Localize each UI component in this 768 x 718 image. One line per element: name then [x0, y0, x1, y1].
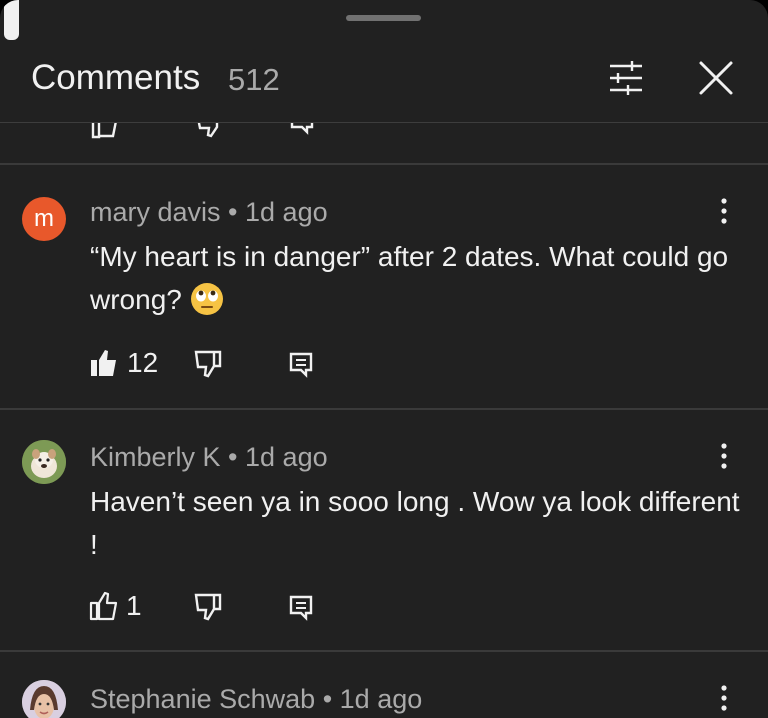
- like-count: 12: [127, 347, 159, 378]
- dislike-icon: [194, 593, 222, 621]
- avatar[interactable]: m: [22, 197, 66, 241]
- reply-icon: [289, 595, 313, 621]
- author-name[interactable]: mary davis: [90, 197, 221, 227]
- like-icon[interactable]: [90, 123, 120, 139]
- dislike-icon[interactable]: [193, 123, 223, 141]
- comment-text-content: “My heart is in danger” after 2 dates. W…: [90, 241, 729, 315]
- comment-time: 1d ago: [339, 684, 423, 714]
- dislike-button[interactable]: [192, 591, 224, 623]
- comment-text: “My heart is in danger” after 2 dates. W…: [90, 235, 740, 321]
- avatar-letter: m: [34, 205, 54, 232]
- profile-photo-avatar[interactable]: [22, 680, 66, 718]
- like-count: 1: [126, 590, 142, 621]
- comment-text: Haven’t seen ya in sooo long . Wow ya lo…: [90, 486, 740, 560]
- filter-button[interactable]: [602, 54, 650, 102]
- comments-header: Comments 512: [0, 40, 768, 123]
- like-button[interactable]: [88, 590, 120, 622]
- meta-separator: •: [228, 442, 238, 472]
- bulldog-avatar[interactable]: [22, 440, 66, 484]
- panel-title: Comments: [31, 58, 201, 97]
- comment-divider: [0, 163, 768, 165]
- scrollbar-thumb[interactable]: [4, 0, 19, 40]
- dislike-icon: [194, 350, 222, 378]
- close-button[interactable]: [692, 54, 740, 102]
- rolling-eyes-emoji: [190, 282, 223, 315]
- filter-icon: [610, 61, 642, 95]
- comment-divider: [0, 650, 768, 652]
- author-name[interactable]: Kimberly K: [90, 442, 221, 472]
- like-filled-icon: [91, 350, 116, 376]
- more-vert-icon: [721, 198, 727, 224]
- reply-icon: [289, 352, 313, 378]
- more-options-button[interactable]: [706, 680, 742, 716]
- comment-meta: Stephanie Schwab • 1d ago: [90, 684, 422, 715]
- meta-separator: •: [322, 684, 333, 714]
- meta-separator: •: [228, 197, 238, 227]
- dislike-button[interactable]: [192, 348, 224, 380]
- comment-count: 512: [228, 62, 280, 97]
- reply-icon[interactable]: [289, 123, 315, 135]
- more-options-button[interactable]: [706, 193, 742, 229]
- like-button[interactable]: [88, 347, 120, 379]
- comment-meta: mary davis • 1d ago: [90, 197, 328, 228]
- comment-time: 1d ago: [245, 442, 328, 472]
- drag-handle[interactable]: [346, 15, 421, 21]
- more-options-button[interactable]: [706, 438, 742, 474]
- profile-photo-image: [22, 680, 66, 718]
- comment-meta: Kimberly K • 1d ago: [90, 442, 328, 473]
- close-icon: [699, 61, 733, 95]
- like-icon: [89, 591, 118, 621]
- reply-button[interactable]: [286, 593, 316, 623]
- reply-button[interactable]: [286, 350, 316, 380]
- comments-panel: Comments 512 m mary davis • 1d ago “My h…: [0, 0, 768, 718]
- bulldog-image: [22, 440, 66, 484]
- previous-comment-actions: [0, 123, 768, 143]
- comment-divider: [0, 408, 768, 410]
- comment-time: 1d ago: [245, 197, 328, 227]
- more-vert-icon: [721, 443, 727, 469]
- more-vert-icon: [721, 685, 727, 711]
- author-name[interactable]: Stephanie Schwab: [90, 684, 315, 714]
